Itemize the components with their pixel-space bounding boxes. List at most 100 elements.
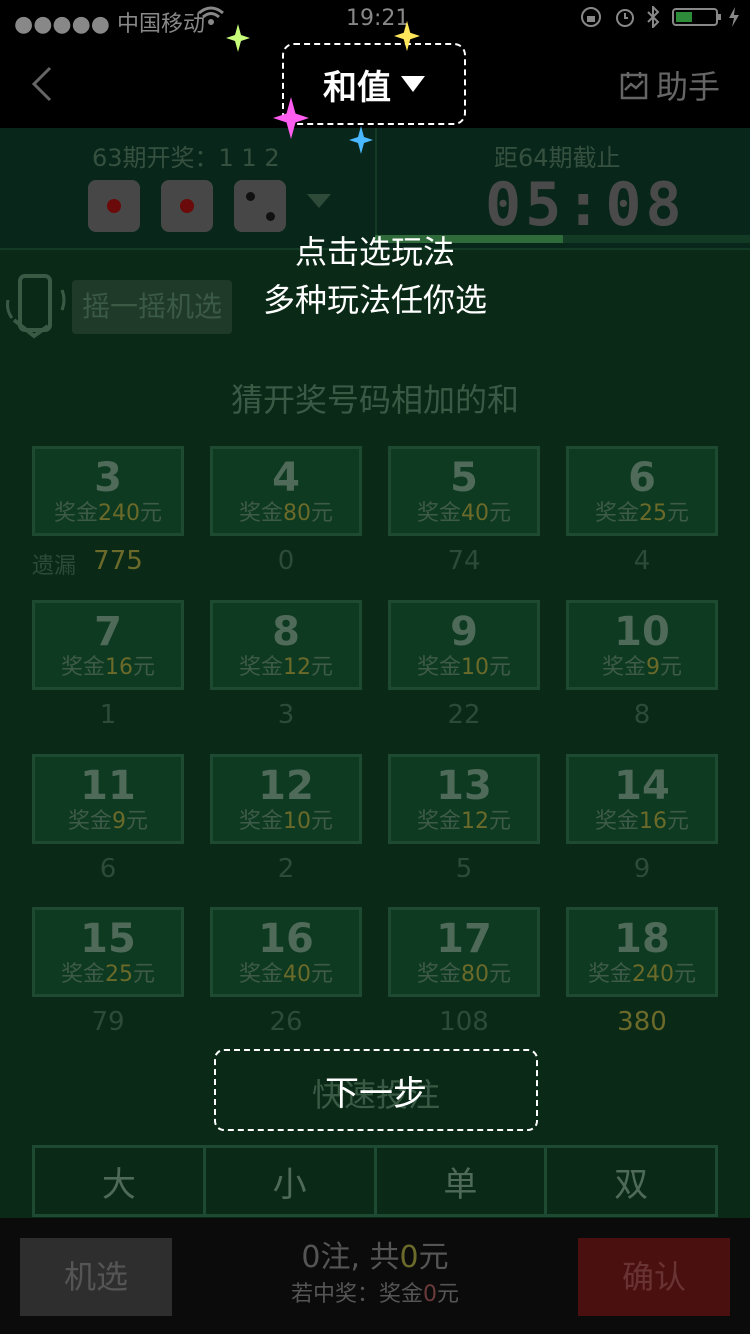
next-step-button[interactable]: 下一步 [214, 1049, 538, 1131]
battery-icon [672, 6, 722, 34]
sum-option-17[interactable]: 17 奖金80元 [388, 907, 540, 997]
sum-option-4[interactable]: 4 奖金80元 [210, 446, 362, 536]
summary-prefix: 0注, 共 [301, 1240, 400, 1275]
dice-pip [180, 199, 194, 213]
sum-number: 8 [272, 609, 300, 655]
expand-draw-icon[interactable] [306, 193, 332, 213]
guide-line-1: 点击选玩法 [294, 233, 455, 271]
sum-option-14[interactable]: 14 奖金16元 [566, 754, 718, 844]
helper-button[interactable]: 助手 [620, 62, 720, 108]
miss-count: 79 [91, 1007, 125, 1037]
sum-option-3[interactable]: 3 奖金240元 [32, 446, 184, 536]
miss-count: 22 [447, 700, 481, 730]
miss-count: 0 [277, 546, 295, 576]
play-hint: 猜开奖号码相加的和 [230, 381, 519, 419]
alarm-icon [614, 6, 636, 34]
sum-option-9[interactable]: 9 奖金10元 [388, 600, 540, 690]
last-draw-label: 63期开奖：1 1 2 [92, 144, 280, 172]
sum-number: 10 [614, 609, 670, 655]
dice-face-1 [161, 180, 213, 232]
prize-prefix: 若中奖：奖金 [290, 1282, 423, 1307]
miss-count: 8 [633, 700, 651, 730]
sum-number: 7 [94, 609, 122, 655]
quick-bet-odd[interactable]: 单 [377, 1148, 548, 1214]
rotation-lock-icon [580, 6, 602, 34]
sum-number: 15 [80, 916, 136, 962]
sum-prize: 奖金240元 [53, 501, 163, 526]
sum-prize: 奖金40元 [238, 962, 334, 987]
sum-option-16[interactable]: 16 奖金40元 [210, 907, 362, 997]
wifi-icon [198, 6, 224, 32]
sum-number: 4 [272, 455, 300, 501]
sum-number: 9 [450, 609, 478, 655]
sum-prize: 奖金25元 [594, 501, 690, 526]
miss-count: 108 [439, 1007, 489, 1037]
sum-prize: 奖金12元 [416, 809, 512, 834]
sum-prize: 奖金9元 [67, 809, 149, 834]
charging-icon [728, 6, 740, 34]
sum-option-15[interactable]: 15 奖金25元 [32, 907, 184, 997]
sum-number: 11 [80, 763, 136, 809]
sum-number: 16 [258, 916, 314, 962]
sum-prize: 奖金10元 [416, 655, 512, 680]
sum-prize: 奖金80元 [238, 501, 334, 526]
sum-option-11[interactable]: 11 奖金9元 [32, 754, 184, 844]
play-type-label: 和值 [323, 67, 391, 108]
sum-prize: 奖金25元 [60, 962, 156, 987]
dice-face-1 [88, 180, 140, 232]
summary-suffix: 元 [418, 1240, 449, 1275]
sum-option-12[interactable]: 12 奖金10元 [210, 754, 362, 844]
quick-bet-row: 大 小 单 双 [32, 1145, 718, 1217]
sum-option-13[interactable]: 13 奖金12元 [388, 754, 540, 844]
miss-count: 5 [455, 854, 473, 884]
helper-label: 助手 [656, 68, 721, 106]
carrier-label: ●●●●● 中国移动 [14, 12, 205, 37]
sum-number: 18 [614, 916, 670, 962]
sum-number: 6 [628, 455, 656, 501]
miss-count: 9 [633, 854, 651, 884]
play-type-selector[interactable]: 和值 [282, 43, 466, 125]
sum-prize: 奖金12元 [238, 655, 334, 680]
dropdown-triangle-icon [401, 76, 425, 92]
miss-count: 380 [617, 1007, 667, 1037]
sum-option-10[interactable]: 10 奖金9元 [566, 600, 718, 690]
status-bar: ●●●●● 中国移动 19:21 [0, 0, 750, 40]
sum-option-8[interactable]: 8 奖金12元 [210, 600, 362, 690]
quick-bet-big[interactable]: 大 [35, 1148, 206, 1214]
miss-count: 775 [93, 546, 143, 576]
miss-count: 4 [633, 546, 651, 576]
bet-summary: 0注, 共0元 若中奖：奖金0元 [200, 1238, 550, 1312]
sparkle-icon [349, 126, 373, 157]
sum-prize: 奖金240元 [587, 962, 697, 987]
chart-icon [620, 72, 648, 100]
quick-bet-small[interactable]: 小 [206, 1148, 377, 1214]
quick-bet-even[interactable]: 双 [547, 1148, 715, 1214]
shake-random-button[interactable]: 摇一摇机选 [72, 280, 232, 334]
sum-option-6[interactable]: 6 奖金25元 [566, 446, 718, 536]
back-button[interactable] [30, 64, 54, 111]
deadline-label: 距64期截止 [494, 144, 621, 172]
dice-pip [107, 199, 121, 213]
miss-count: 74 [447, 546, 481, 576]
sum-prize: 奖金80元 [416, 962, 512, 987]
sum-number: 13 [436, 763, 492, 809]
miss-count: 26 [269, 1007, 303, 1037]
sum-option-5[interactable]: 5 奖金40元 [388, 446, 540, 536]
sum-prize: 奖金10元 [238, 809, 334, 834]
summary-amount: 0 [399, 1240, 419, 1275]
sum-prize: 奖金16元 [594, 809, 690, 834]
confirm-button[interactable]: 确认 [578, 1238, 730, 1316]
sum-option-18[interactable]: 18 奖金240元 [566, 907, 718, 997]
sparkle-icon [226, 24, 250, 55]
miss-count: 3 [277, 700, 295, 730]
sum-number: 5 [450, 455, 478, 501]
random-pick-button[interactable]: 机选 [20, 1238, 172, 1316]
sum-prize: 奖金40元 [416, 501, 512, 526]
sum-option-7[interactable]: 7 奖金16元 [32, 600, 184, 690]
prize-suffix: 元 [437, 1282, 460, 1307]
miss-count: 2 [277, 854, 295, 884]
miss-count: 1 [99, 700, 117, 730]
sum-number: 12 [258, 763, 314, 809]
shake-phone-icon [4, 270, 68, 354]
chevron-left-icon [31, 66, 52, 102]
